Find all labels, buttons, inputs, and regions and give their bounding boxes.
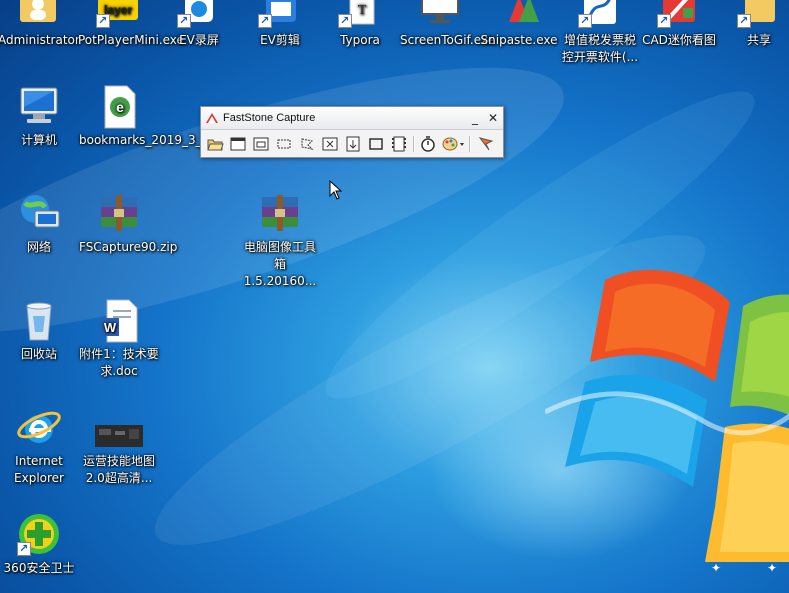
- winrar-archive-icon: [256, 189, 304, 237]
- svg-text:W: W: [104, 320, 117, 335]
- sparkle: ✦: [767, 561, 778, 575]
- screen-record-icon[interactable]: [390, 135, 408, 153]
- desktop-icon-fscapture-zip[interactable]: FSCapture90.zip: [79, 189, 178, 256]
- toolbar-separator: [469, 136, 471, 152]
- html-file-icon: e: [95, 82, 143, 130]
- icon-label: CAD迷你看图: [642, 33, 716, 47]
- svg-text:T: T: [358, 3, 367, 18]
- potplayer-icon: layer: [94, 0, 142, 30]
- desktop-icon-potplayer[interactable]: layer PotPlayerMini.exe: [78, 0, 184, 49]
- desktop-icon-ev-editor[interactable]: EV剪辑: [240, 0, 320, 49]
- typora-icon: T: [336, 0, 384, 30]
- windows-logo: [545, 269, 789, 562]
- svg-text:e: e: [116, 99, 124, 115]
- icon-label: PotPlayerMini.exe: [78, 33, 184, 47]
- screentogif-icon: [416, 0, 464, 30]
- word-document-icon: W: [95, 296, 143, 344]
- delay-timer-icon[interactable]: [419, 135, 437, 153]
- winrar-archive-icon: [95, 189, 143, 237]
- icon-label: 共享: [746, 33, 771, 47]
- icon-label: bookmarks_2019_3_1.ht...: [79, 133, 237, 147]
- desktop-icon-computer[interactable]: 计算机: [0, 82, 79, 149]
- desktop-icon-network[interactable]: 网络: [0, 189, 79, 256]
- desktop-icon-cad-viewer[interactable]: CAD迷你看图: [639, 0, 719, 49]
- capture-toolbar: [201, 130, 503, 157]
- 360-security-icon: [15, 510, 63, 558]
- toolbar-separator: [413, 136, 415, 152]
- icon-label: ScreenToGif.exe: [400, 33, 495, 47]
- faststone-logo-icon: [206, 113, 218, 123]
- output-destination-icon[interactable]: [477, 135, 495, 153]
- window-title: FastStone Capture: [223, 112, 316, 124]
- desktop-icon-snipaste[interactable]: Snipaste.exe: [479, 0, 559, 49]
- settings-palette-icon[interactable]: [442, 135, 466, 153]
- desktop-icon-typora[interactable]: T Typora: [320, 0, 400, 49]
- ev-editor-icon: [256, 0, 304, 30]
- ev-recorder-icon: [175, 0, 223, 30]
- icon-label: 附件1：技术要求.doc: [79, 347, 159, 378]
- icon-label: 电脑图像工具箱1.5.20160...: [243, 240, 317, 288]
- icon-label: 运营技能地图2.0超高清...: [82, 454, 155, 485]
- icon-label: 360安全卫士: [3, 561, 75, 575]
- desktop-icon-share[interactable]: 共享: [719, 0, 789, 49]
- faststone-capture-window[interactable]: FastStone Capture _ ✕: [200, 106, 504, 158]
- icon-label: 网络: [26, 240, 51, 254]
- desktop-icon-map-image[interactable]: 运营技能地图2.0超高清...: [79, 403, 159, 487]
- desktop-icon-administrator[interactable]: Administrator: [0, 0, 80, 49]
- desktop-icon-image-toolbox[interactable]: 电脑图像工具箱1.5.20160...: [240, 189, 320, 290]
- icon-label: Administrator: [0, 33, 80, 47]
- desktop-icon-tech-doc[interactable]: W 附件1：技术要求.doc: [79, 296, 159, 380]
- desktop-icon-recycle-bin[interactable]: 回收站: [0, 296, 79, 363]
- icon-label: 增值税发票税控开票软件(...: [561, 33, 639, 64]
- capture-fixed-region-icon[interactable]: [367, 135, 385, 153]
- desktop-icon-360-security[interactable]: 360安全卫士: [0, 510, 79, 577]
- desktop-icon-screentogif[interactable]: ScreenToGif.exe: [400, 0, 495, 49]
- mouse-cursor-icon: [329, 180, 343, 200]
- user-folder-icon: [14, 0, 62, 30]
- capture-freehand-icon[interactable]: [298, 135, 316, 153]
- capture-fullscreen-icon[interactable]: [321, 135, 339, 153]
- desktop-icon-internet-explorer[interactable]: Internet Explorer: [0, 403, 79, 487]
- image-thumbnail-icon: [95, 403, 143, 451]
- network-icon: [15, 189, 63, 237]
- icon-label: EV录屏: [179, 33, 219, 47]
- icon-label: Internet Explorer: [14, 454, 64, 485]
- desktop-icon-tax-invoice[interactable]: 增值税发票税控开票软件(...: [560, 0, 640, 66]
- icon-label: 计算机: [20, 133, 57, 147]
- capture-object-icon[interactable]: [252, 135, 270, 153]
- share-folder-icon: [735, 0, 783, 30]
- icon-label: Typora: [340, 33, 380, 47]
- desktop-icon-bookmarks[interactable]: e bookmarks_2019_3_1.ht...: [79, 82, 237, 149]
- internet-explorer-icon: [15, 403, 63, 451]
- icon-label: FSCapture90.zip: [79, 240, 178, 254]
- capture-rectangle-icon[interactable]: [275, 135, 293, 153]
- cad-viewer-icon: [655, 0, 703, 30]
- capture-scrolling-icon[interactable]: [344, 135, 362, 153]
- faststone-titlebar[interactable]: FastStone Capture _ ✕: [201, 107, 503, 130]
- icon-label: EV剪辑: [260, 33, 300, 47]
- sparkle: ✦: [711, 561, 722, 575]
- icon-label: Snipaste.exe: [480, 33, 558, 47]
- close-button[interactable]: ✕: [485, 107, 501, 129]
- minimize-button[interactable]: _: [467, 107, 483, 129]
- snipaste-icon: [495, 0, 543, 30]
- desktop-icon-ev-recorder[interactable]: EV录屏: [159, 0, 239, 49]
- icon-label: 回收站: [20, 347, 57, 361]
- tax-invoice-icon: [576, 0, 624, 30]
- open-folder-icon[interactable]: [206, 135, 224, 153]
- recycle-bin-icon: [15, 296, 63, 344]
- capture-window-icon[interactable]: [229, 135, 247, 153]
- computer-icon: [15, 82, 63, 130]
